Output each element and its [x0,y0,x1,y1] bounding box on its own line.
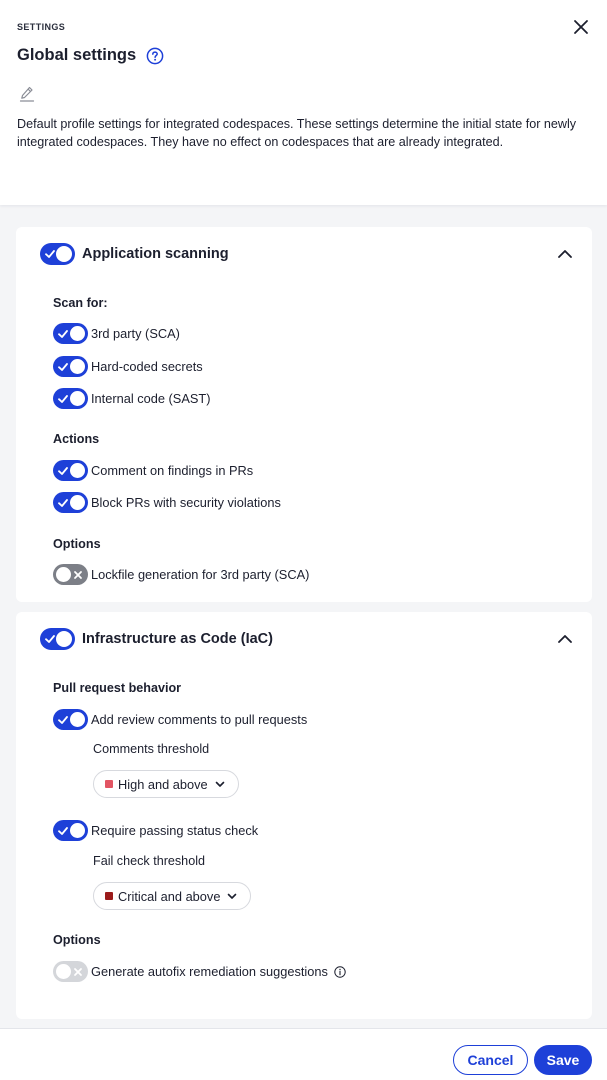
help-icon[interactable] [146,47,164,65]
iac-title: Infrastructure as Code (IaC) [82,631,273,647]
check-icon [45,635,55,643]
check-icon [58,467,68,475]
toggle-knob [56,567,71,582]
check-icon [58,827,68,835]
app-options-label: Options [53,537,101,551]
sast-label: Internal code (SAST) [91,391,211,406]
fail-threshold-dropdown[interactable]: Critical and above [93,882,252,910]
review-comments-label: Add review comments to pull requests [91,712,308,727]
actions-label: Actions [53,432,100,446]
iac-options-label: Options [53,933,101,947]
page-title: Global settings [17,46,137,64]
comment-findings-row: Comment on findings in PRs [53,460,253,481]
check-icon [58,363,68,371]
comments-threshold-label: Comments threshold [93,742,210,756]
chevron-down-icon [215,781,224,787]
pencil-icon[interactable] [18,85,36,103]
sast-toggle[interactable] [53,388,88,409]
iac-card: Infrastructure as Code (IaC) Pull reques… [16,612,592,1019]
lockfile-label: Lockfile generation for 3rd party (SCA) [91,567,310,582]
autofix-row: Generate autofix remediation suggestions [53,961,346,982]
application-scanning-header: Application scanning [40,243,229,265]
title-row: Global settings [17,46,164,65]
sca-toggle[interactable] [53,323,88,344]
x-icon [74,968,82,976]
toggle-knob [56,246,72,262]
iac-toggle[interactable] [40,628,75,650]
secrets-toggle[interactable] [53,356,88,377]
cancel-button[interactable]: Cancel [453,1045,528,1075]
autofix-label: Generate autofix remediation suggestions [91,964,328,979]
severity-high-swatch [105,780,113,788]
settings-header: SETTINGS Global settings Default profile… [0,0,607,205]
chevron-up-icon[interactable] [556,630,574,648]
info-icon[interactable] [334,965,346,978]
toggle-knob [70,495,85,510]
iac-header: Infrastructure as Code (IaC) [40,628,273,650]
check-icon [58,330,68,338]
close-icon[interactable] [570,16,592,38]
chevron-up-icon[interactable] [556,245,574,263]
pr-behavior-label: Pull request behavior [53,681,182,695]
check-icon [58,499,68,507]
secrets-label: Hard-coded secrets [91,359,203,374]
block-prs-row: Block PRs with security violations [53,492,281,513]
save-button[interactable]: Save [534,1045,592,1075]
comments-threshold-dropdown[interactable]: High and above [93,770,239,798]
check-icon [58,716,68,724]
application-scanning-card: Application scanning Scan for: 3rd party… [16,227,592,602]
toggle-knob [70,391,85,406]
status-check-label: Require passing status check [91,823,259,838]
toggle-knob [70,326,85,341]
fail-threshold-label: Fail check threshold [93,854,205,868]
footer-bar: Cancel Save [0,1028,607,1080]
settings-description: Default profile settings for integrated … [17,117,577,149]
settings-eyebrow: SETTINGS [17,22,66,32]
x-icon [74,571,82,579]
sca-label: 3rd party (SCA) [91,326,180,341]
lockfile-row: Lockfile generation for 3rd party (SCA) [53,564,309,585]
autofix-toggle[interactable] [53,961,88,982]
toggle-knob [70,359,85,374]
sca-row: 3rd party (SCA) [53,323,180,344]
lockfile-toggle[interactable] [53,564,88,585]
secrets-row: Hard-coded secrets [53,356,203,377]
sast-row: Internal code (SAST) [53,388,211,409]
status-check-row: Require passing status check [53,820,258,841]
toggle-knob [56,631,72,647]
toggle-knob [70,712,85,727]
check-icon [58,395,68,403]
block-prs-label: Block PRs with security violations [91,495,281,510]
toggle-knob [56,964,71,979]
toggle-knob [70,823,85,838]
scan-for-label: Scan for: [53,296,108,310]
check-icon [45,250,55,258]
chevron-down-icon [228,893,237,899]
status-check-toggle[interactable] [53,820,88,841]
application-scanning-title: Application scanning [82,246,229,262]
review-comments-toggle[interactable] [53,709,88,730]
block-prs-toggle[interactable] [53,492,88,513]
review-comments-row: Add review comments to pull requests [53,709,307,730]
comments-threshold-value: High and above [118,776,208,792]
severity-critical-swatch [105,892,113,900]
fail-threshold-value: Critical and above [118,888,221,904]
application-scanning-toggle[interactable] [40,243,75,265]
comment-findings-label: Comment on findings in PRs [91,463,254,478]
comment-findings-toggle[interactable] [53,460,88,481]
toggle-knob [70,463,85,478]
